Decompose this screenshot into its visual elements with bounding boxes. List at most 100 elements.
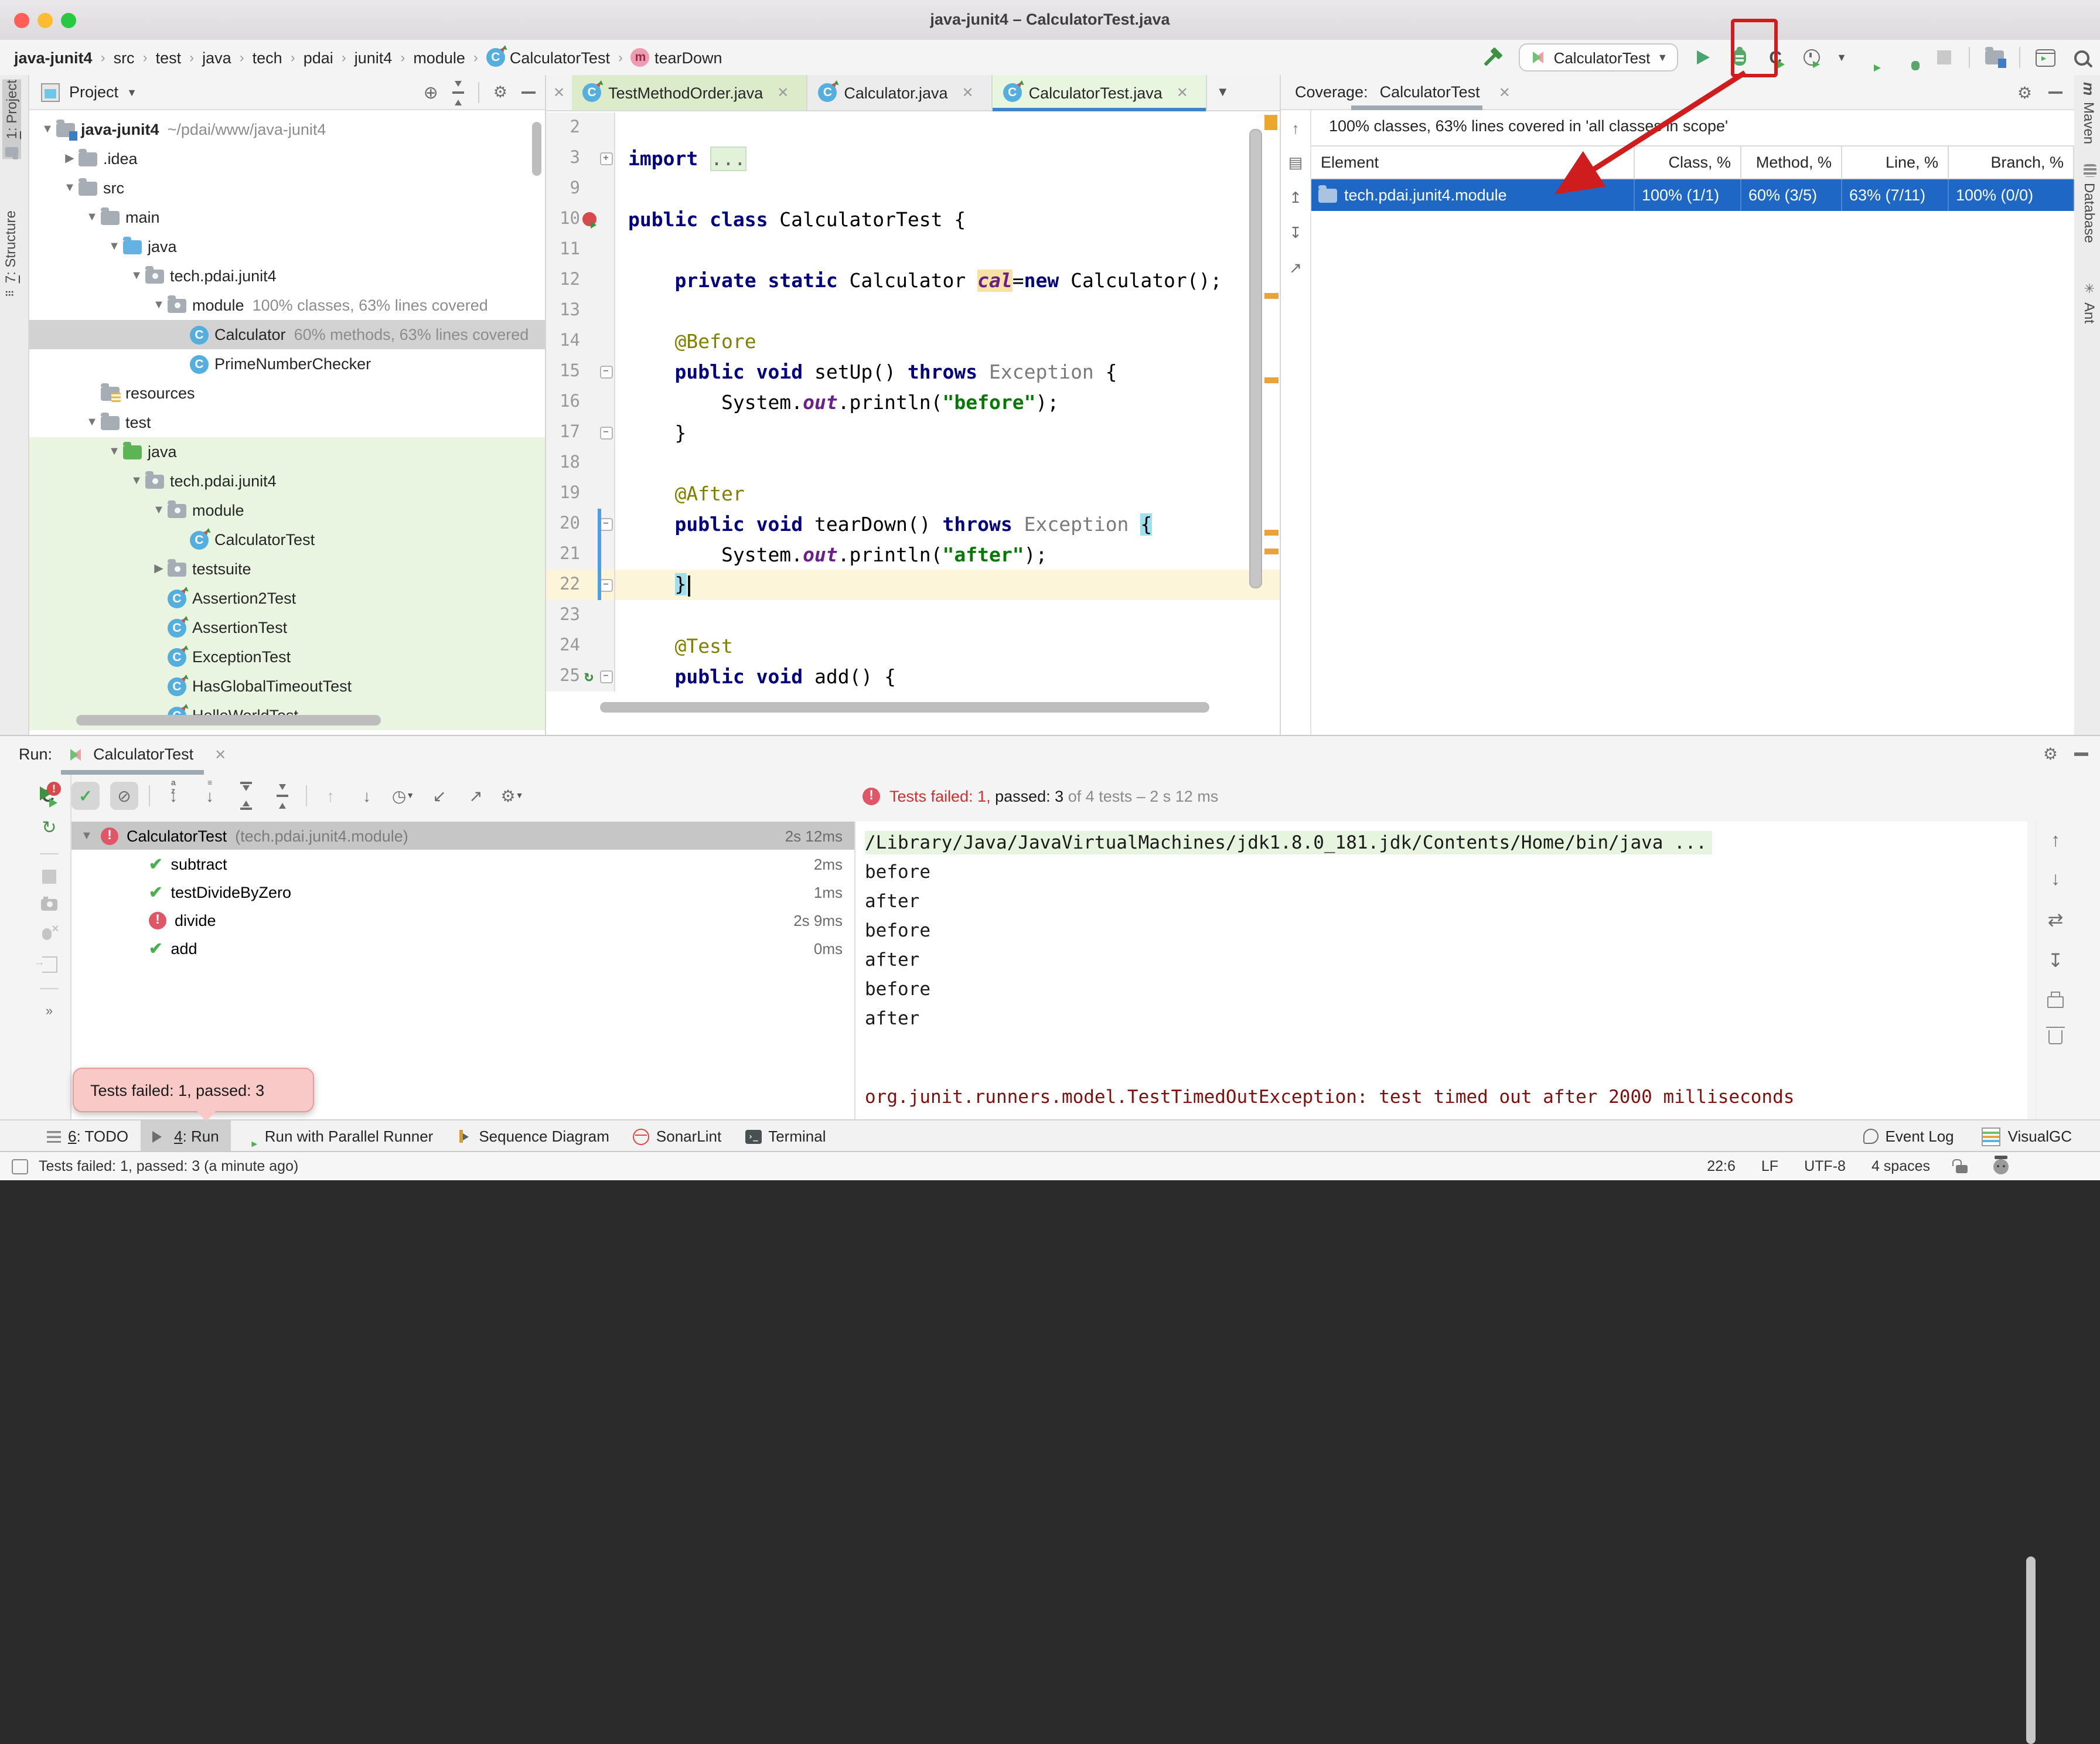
hide-panel-icon[interactable] [521, 91, 536, 94]
tree-item[interactable]: ▶.idea [29, 144, 545, 173]
status-message[interactable]: Tests failed: 1, passed: 3 (a minute ago… [39, 1158, 298, 1174]
soft-wrap-icon[interactable]: ⇄ [2048, 908, 2064, 932]
clear-console-icon[interactable] [2048, 1030, 2062, 1044]
show-ignored-toggle[interactable]: ⊘ [110, 782, 138, 810]
jump-up-icon[interactable]: ↥ [1289, 189, 1302, 207]
editor-vertical-scrollbar[interactable] [1249, 129, 1262, 588]
tree-item[interactable]: CAssertion2Test [29, 584, 545, 613]
breadcrumb-item[interactable]: pdai [304, 49, 333, 66]
collapse-all-icon[interactable] [270, 782, 295, 810]
tree-expand-icon[interactable]: ▼ [128, 475, 145, 488]
gear-icon[interactable]: ⚙ [2017, 83, 2032, 103]
sort-by-duration-icon[interactable]: ↓≡ [197, 782, 223, 810]
run-configuration-select[interactable]: CalculatorTest ▼ [1519, 43, 1679, 71]
toolwindow-tab[interactable]: 6: TODO [35, 1120, 140, 1152]
editor-stripe-mark[interactable] [1264, 115, 1277, 130]
hide-panel-icon[interactable] [2074, 753, 2088, 756]
jump-down-icon[interactable]: ↧ [1289, 224, 1302, 243]
code-line[interactable]: 12 private static Calculator cal=new Cal… [546, 265, 1280, 295]
coverage-column-header[interactable]: Branch, % [1949, 147, 2074, 178]
test-tree-item[interactable]: ✔add0ms [71, 934, 854, 962]
toolwindow-tab[interactable]: SonarLint [621, 1120, 733, 1152]
coverage-table-row[interactable]: tech.pdai.junit4.module100% (1/1)60% (3/… [1311, 179, 2074, 211]
scroll-to-end-icon[interactable]: ↧ [2048, 949, 2064, 973]
editor-stripe-mark[interactable] [1264, 549, 1279, 554]
code-line[interactable]: 3+import ... [546, 143, 1280, 173]
run-tab-label[interactable]: CalculatorTest [93, 745, 193, 763]
console-vertical-scrollbar[interactable] [2026, 1556, 2036, 1744]
tree-expand-icon[interactable]: ▼ [39, 123, 56, 136]
project-panel-title[interactable]: Project [69, 83, 118, 101]
code-line[interactable]: 21 System.out.println("after"); [546, 539, 1280, 570]
rerun-icon[interactable]: ↻ [42, 817, 56, 838]
export-test-results-icon[interactable]: ↗ [463, 782, 489, 810]
code-line[interactable]: 25↻− public void add() { [546, 661, 1280, 692]
code-line[interactable]: 11 [546, 234, 1280, 265]
coverage-column-header[interactable]: Line, % [1842, 147, 1949, 178]
coverage-column-header[interactable]: Class, % [1635, 147, 1741, 178]
coverage-column-header[interactable]: Element [1311, 147, 1635, 178]
more-icon[interactable]: » [46, 1004, 53, 1019]
toolwindow-tab[interactable]: VisualGC [1971, 1127, 2084, 1146]
sort-alphabetically-icon[interactable]: ↓az [161, 782, 186, 810]
code-line[interactable]: 13 [546, 295, 1280, 326]
tree-item[interactable]: ▶testsuite [29, 554, 545, 584]
sidebar-tab[interactable]: ✳Ant [2081, 281, 2098, 323]
minimize-window-button[interactable] [38, 13, 53, 28]
up-arrow-icon[interactable]: ↑ [1292, 120, 1300, 137]
tree-expand-icon[interactable]: ▼ [81, 829, 93, 842]
show-passed-toggle[interactable]: ✓ [71, 782, 100, 810]
fold-marker-icon[interactable]: + [599, 152, 612, 165]
rerun-gutter-icon[interactable]: ↻ [584, 667, 594, 685]
down-arrow-icon[interactable]: ↓ [2051, 870, 2060, 891]
breadcrumb-item[interactable]: src [114, 49, 135, 66]
collapse-all-icon[interactable] [452, 80, 464, 105]
editor-stripe-mark[interactable] [1264, 293, 1279, 299]
up-arrow-icon[interactable]: ↑ [2051, 831, 2060, 852]
project-horizontal-scrollbar[interactable] [76, 715, 381, 725]
breadcrumb-item[interactable]: junit4 [354, 49, 393, 66]
flatten-packages-icon[interactable]: ▤ [1288, 154, 1303, 172]
fold-marker-icon[interactable]: − [599, 517, 612, 530]
toolwindow-tab[interactable]: 4: Run [140, 1120, 231, 1152]
test-tree-item[interactable]: ✔testDivideByZero1ms [71, 878, 854, 906]
test-history-icon[interactable]: ◷▼ [390, 782, 416, 810]
tree-item[interactable]: CCalculator60% methods, 63% lines covere… [29, 320, 545, 349]
test-tree-item[interactable]: ▼!CalculatorTest(tech.pdai.junit4.module… [71, 822, 854, 850]
status-widget[interactable]: UTF-8 [1804, 1158, 1846, 1174]
fold-marker-icon[interactable]: − [599, 670, 612, 683]
print-icon[interactable] [2047, 996, 2064, 1008]
expand-all-icon[interactable] [233, 782, 259, 810]
tree-expand-icon[interactable]: ▶ [61, 152, 79, 165]
profiler-button[interactable] [1800, 45, 1823, 70]
tree-expand-icon[interactable]: ▼ [150, 299, 168, 312]
code-line[interactable]: 23 [546, 600, 1280, 631]
sidebar-tab[interactable]: ⠿7: Structure [2, 211, 19, 297]
code-line[interactable]: 20− public void tearDown() throws Except… [546, 509, 1280, 539]
close-icon[interactable]: ✕ [1170, 84, 1195, 101]
force-run-button[interactable] [1860, 45, 1883, 70]
code-line[interactable]: 10public class CalculatorTest { [546, 204, 1280, 234]
tree-item[interactable]: CHasGlobalTimeoutTest [29, 672, 545, 701]
editor-stripe-mark[interactable] [1264, 377, 1279, 383]
locate-file-icon[interactable]: ⊕ [424, 82, 438, 103]
zoom-window-button[interactable] [61, 13, 76, 28]
next-occurrence-icon[interactable]: ↓ [354, 782, 380, 810]
build-hammer-icon[interactable] [1482, 45, 1506, 70]
tree-expand-icon[interactable]: ▼ [83, 211, 101, 224]
toolwindow-tab[interactable]: Sequence Diagram [445, 1120, 621, 1152]
editor-tab[interactable]: CCalculatorTest.java✕ [993, 75, 1207, 110]
sidebar-tab[interactable]: 1: Project [2, 80, 21, 159]
project-structure-icon[interactable] [1983, 45, 2006, 70]
close-icon[interactable]: ✕ [955, 84, 981, 101]
close-window-button[interactable] [14, 13, 29, 28]
highlighting-level-icon[interactable] [1993, 1159, 2009, 1174]
status-widget[interactable]: 4 spaces [1871, 1158, 1930, 1174]
force-debug-button[interactable] [1896, 45, 1920, 70]
tree-item[interactable]: ▼java [29, 232, 545, 261]
export-icon[interactable]: ↗ [1289, 259, 1302, 278]
breadcrumb-item[interactable]: module [413, 49, 465, 66]
tree-item[interactable]: ▼src [29, 173, 545, 203]
breadcrumb-item[interactable]: mtearDown [631, 48, 722, 67]
rerun-failed-tests-icon[interactable]: ! [40, 785, 59, 802]
